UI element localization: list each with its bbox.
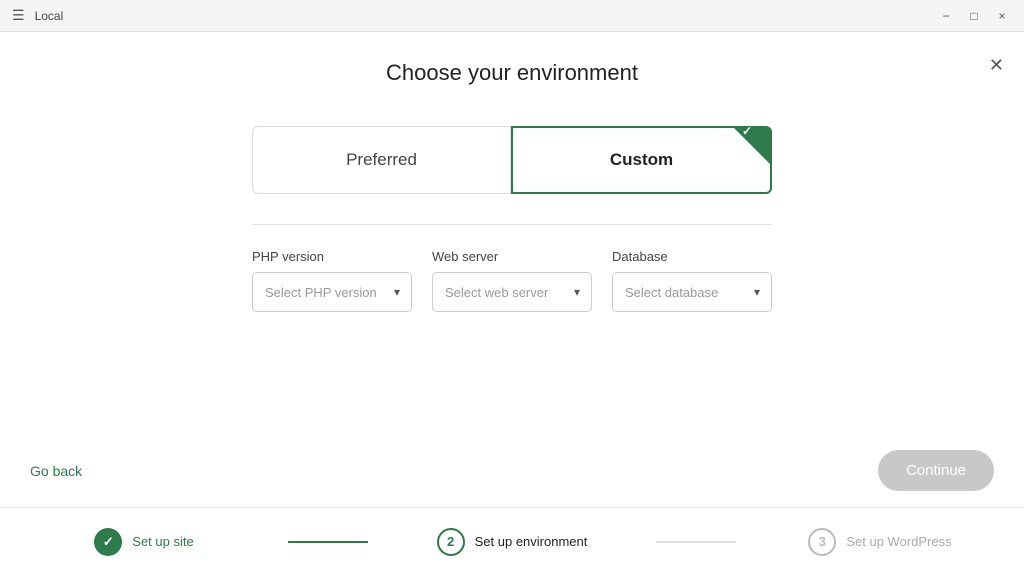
step-3: 3 Set up WordPress <box>736 528 1024 556</box>
database-select[interactable]: Select database <box>612 272 772 312</box>
step-1-circle: ✓ <box>94 528 122 556</box>
dialog-header: Choose your environment ✕ <box>0 32 1024 96</box>
minimize-button[interactable]: − <box>936 6 956 26</box>
close-window-button[interactable]: × <box>992 6 1012 26</box>
fields-row: PHP version Select PHP version ▾ Web ser… <box>252 249 772 312</box>
php-version-field: PHP version Select PHP version ▾ <box>252 249 412 312</box>
web-server-field: Web server Select web server ▾ <box>432 249 592 312</box>
preferred-option[interactable]: Preferred <box>252 126 511 194</box>
section-divider <box>252 224 772 225</box>
app-title: Local <box>35 9 64 23</box>
statusbar: ✓ Set up site 2 Set up environment 3 Set… <box>0 507 1024 575</box>
php-version-label: PHP version <box>252 249 412 264</box>
titlebar: ☰ Local − □ × <box>0 0 1024 32</box>
dialog-footer: Go back Continue <box>0 430 1024 507</box>
step-separator-1 <box>288 541 368 543</box>
database-label: Database <box>612 249 772 264</box>
dialog-body: Preferred Custom PHP version Select PHP … <box>0 96 1024 430</box>
step-separator-2 <box>656 541 736 543</box>
dialog-close-button[interactable]: ✕ <box>989 56 1004 74</box>
web-server-select-wrapper: Select web server ▾ <box>432 272 592 312</box>
continue-button[interactable]: Continue <box>878 450 994 491</box>
database-field: Database Select database ▾ <box>612 249 772 312</box>
go-back-button[interactable]: Go back <box>30 463 82 479</box>
titlebar-left: ☰ Local <box>12 7 63 24</box>
step-container: ✓ Set up site 2 Set up environment 3 Set… <box>0 528 1024 556</box>
step-1-label: Set up site <box>132 534 193 549</box>
titlebar-controls: − □ × <box>936 6 1012 26</box>
maximize-button[interactable]: □ <box>964 6 984 26</box>
web-server-label: Web server <box>432 249 592 264</box>
step-3-circle: 3 <box>808 528 836 556</box>
step-1: ✓ Set up site <box>0 528 288 556</box>
step-2-label: Set up environment <box>475 534 588 549</box>
database-select-wrapper: Select database ▾ <box>612 272 772 312</box>
selected-checkmark <box>734 128 770 164</box>
custom-option[interactable]: Custom <box>511 126 772 194</box>
step-3-label: Set up WordPress <box>846 534 951 549</box>
custom-label: Custom <box>610 150 673 170</box>
step-2: 2 Set up environment <box>368 528 656 556</box>
php-version-select-wrapper: Select PHP version ▾ <box>252 272 412 312</box>
dialog-title: Choose your environment <box>386 60 638 86</box>
preferred-label: Preferred <box>346 150 417 170</box>
step-2-circle: 2 <box>437 528 465 556</box>
web-server-select[interactable]: Select web server <box>432 272 592 312</box>
php-version-select[interactable]: Select PHP version <box>252 272 412 312</box>
hamburger-icon[interactable]: ☰ <box>12 7 25 24</box>
main-window: Choose your environment ✕ Preferred Cust… <box>0 32 1024 507</box>
env-selector: Preferred Custom <box>252 126 772 194</box>
